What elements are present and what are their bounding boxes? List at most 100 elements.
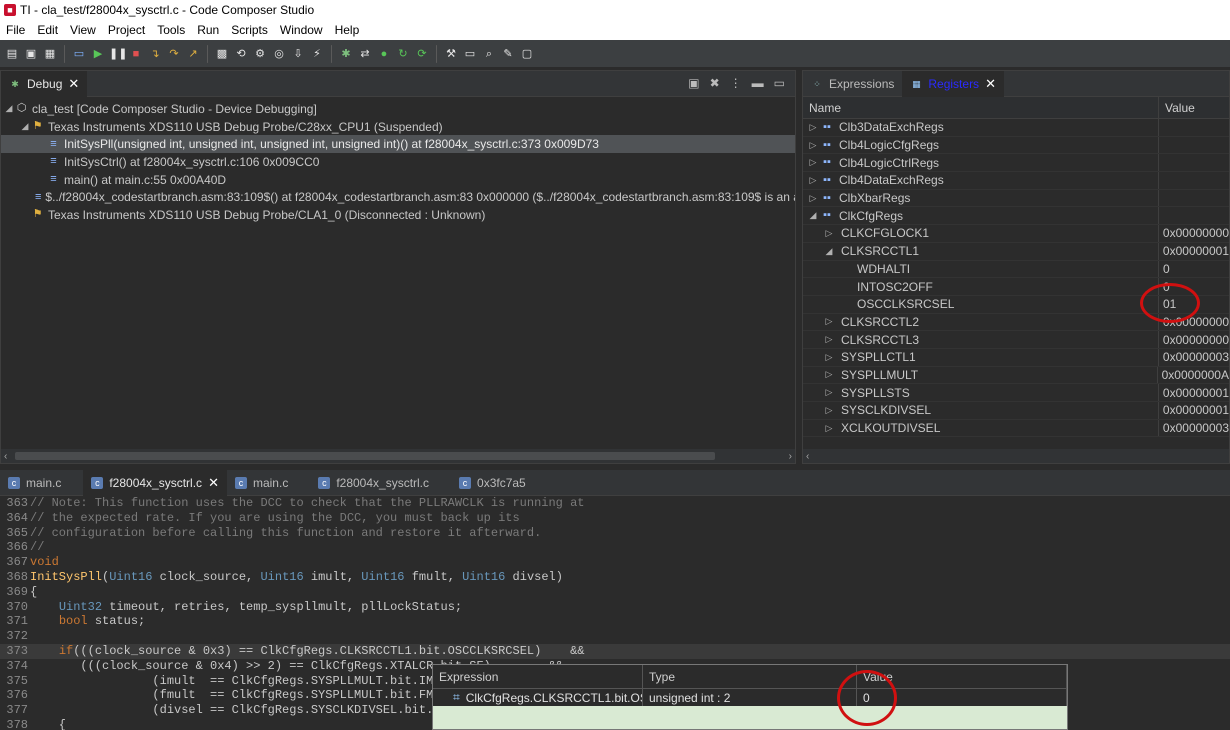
menu-view[interactable]: View	[64, 23, 102, 37]
tab-debug[interactable]: ✱ Debug ✕	[1, 70, 88, 97]
expanded-arrow-icon[interactable]: ◢	[807, 210, 819, 221]
menu-help[interactable]: Help	[329, 23, 366, 37]
line-number: 363	[6, 496, 28, 510]
collapsed-arrow-icon[interactable]: ▷	[823, 352, 835, 363]
flash-icon[interactable]: ⚡	[309, 46, 325, 62]
terminal-icon[interactable]: ▭	[462, 46, 478, 62]
debug-tree-item[interactable]: ⚑ Texas Instruments XDS110 USB Debug Prob…	[1, 206, 795, 224]
collapsed-arrow-icon[interactable]: ▷	[807, 122, 819, 133]
maximize-icon[interactable]: ▭	[774, 76, 785, 90]
debug-tree-item[interactable]: ◢ ⬡ cla_test [Code Composer Studio - Devic…	[1, 100, 795, 118]
reset-cpu-icon[interactable]: ⟲	[233, 46, 249, 62]
suspend-icon[interactable]: ❚❚	[109, 46, 127, 62]
register-row[interactable]: ◢ ▪▪ ClkCfgRegs	[803, 207, 1229, 226]
search-icon[interactable]: ⌕	[481, 46, 497, 62]
editor-tab[interactable]: c main.c	[0, 470, 83, 496]
editor-tab[interactable]: c f28004x_sysctrl.c	[310, 470, 451, 496]
refresh-all-icon[interactable]: ⟳	[414, 46, 430, 62]
tab-registers[interactable]: ▦ Registers ✕	[902, 70, 1004, 97]
expanded-arrow-icon[interactable]: ◢	[19, 121, 31, 132]
build-icon[interactable]: ⚒	[443, 46, 459, 62]
refresh-icon[interactable]: ↻	[395, 46, 411, 62]
console-icon[interactable]: ▭	[71, 46, 87, 62]
register-row[interactable]: ▷ ▪▪ Clb4DataExchRegs	[803, 172, 1229, 190]
collapsed-arrow-icon[interactable]: ▷	[823, 228, 835, 239]
register-row[interactable]: ▷ ▪▪ Clb4LogicCfgRegs	[803, 136, 1229, 155]
collapse-all-icon[interactable]: ▣	[688, 76, 699, 90]
run-icon[interactable]: ●	[376, 46, 392, 62]
close-icon[interactable]: ✕	[985, 76, 996, 92]
window-icon[interactable]: ▢	[519, 46, 535, 62]
editor-tab[interactable]: c f28004x_sysctrl.c ✕	[83, 469, 227, 496]
register-row[interactable]: ▷ ▪▪ ClbXbarRegs	[803, 189, 1229, 208]
horizontal-scrollbar[interactable]: ‹	[803, 449, 1229, 463]
scroll-left-icon[interactable]: ‹	[806, 451, 809, 462]
restart-icon[interactable]: ⚙	[252, 46, 268, 62]
column-header-value[interactable]: Value	[1159, 97, 1229, 118]
register-row[interactable]: WDHALTI 0	[803, 260, 1229, 279]
load-program-icon[interactable]: ⇩	[290, 46, 306, 62]
menu-project[interactable]: Project	[102, 23, 151, 37]
menu-edit[interactable]: Edit	[31, 23, 64, 37]
connect-icon[interactable]: ⇄	[357, 46, 373, 62]
menu-file[interactable]: File	[0, 23, 31, 37]
menu-run[interactable]: Run	[191, 23, 225, 37]
register-row[interactable]: ▷ CLKCFGLOCK1 0x00000000	[803, 225, 1229, 243]
debug-tree-item[interactable]: ≡ main() at main.c:55 0x00A40D	[1, 171, 795, 189]
debug-tree-item[interactable]: ≡ $../f28004x_codestartbranch.asm:83:109$…	[1, 188, 795, 206]
editor-tab[interactable]: c 0x3fc7a5	[451, 470, 548, 496]
minimize-icon[interactable]: ▬	[752, 76, 764, 90]
close-icon[interactable]: ✕	[208, 475, 219, 491]
memory-icon[interactable]: ▩	[214, 46, 230, 62]
register-row[interactable]: ▷ CLKSRCCTL3 0x00000000	[803, 331, 1229, 349]
save-icon[interactable]: ▣	[23, 46, 39, 62]
collapsed-arrow-icon[interactable]: ▷	[807, 140, 819, 151]
terminate-icon[interactable]: ■	[128, 46, 144, 62]
collapsed-arrow-icon[interactable]: ▷	[823, 369, 835, 380]
menu-window[interactable]: Window	[274, 23, 329, 37]
column-header-name[interactable]: Name	[803, 97, 1159, 118]
collapsed-arrow-icon[interactable]: ▷	[823, 423, 835, 434]
register-row[interactable]: ▷ SYSPLLCTL1 0x00000003	[803, 348, 1229, 367]
scrollbar-thumb[interactable]	[15, 452, 715, 460]
debug-tree-item[interactable]: ≡ InitSysCtrl() at f28004x_sysctrl.c:106 …	[1, 153, 795, 171]
debug-icon[interactable]: ✱	[338, 46, 354, 62]
view-menu-icon[interactable]: ⋮	[730, 76, 742, 90]
target-icon[interactable]: ◎	[271, 46, 287, 62]
collapsed-arrow-icon[interactable]: ▷	[823, 405, 835, 416]
step-return-icon[interactable]: ↗	[185, 46, 201, 62]
expanded-arrow-icon[interactable]: ◢	[823, 246, 835, 257]
collapsed-arrow-icon[interactable]: ▷	[823, 334, 835, 345]
resume-icon[interactable]: ▶	[90, 46, 106, 62]
expanded-arrow-icon[interactable]: ◢	[3, 103, 15, 114]
scroll-left-icon[interactable]: ‹	[4, 451, 7, 462]
scroll-right-icon[interactable]: ›	[789, 451, 792, 462]
register-row[interactable]: ▷ SYSPLLSTS 0x00000001	[803, 384, 1229, 402]
register-row[interactable]: ◢ CLKSRCCTL1 0x00000001	[803, 242, 1229, 261]
horizontal-scrollbar[interactable]: ‹ ›	[1, 449, 795, 463]
collapsed-arrow-icon[interactable]: ▷	[823, 387, 835, 398]
menu-tools[interactable]: Tools	[151, 23, 191, 37]
register-row[interactable]: ▷ XCLKOUTDIVSEL 0x00000003	[803, 419, 1229, 438]
register-row[interactable]: ▷ ▪▪ Clb4LogicCtrlRegs	[803, 154, 1229, 173]
popup-row[interactable]: ⌗ ClkCfgRegs.CLKSRCCTL1.bit.OSCCLKSRCSEL…	[433, 689, 1067, 706]
debug-tree-item[interactable]: ◢ ⚑ Texas Instruments XDS110 USB Debug Pro…	[1, 118, 795, 136]
step-over-icon[interactable]: ↷	[166, 46, 182, 62]
wrench-icon[interactable]: ✎	[500, 46, 516, 62]
menu-scripts[interactable]: Scripts	[225, 23, 274, 37]
debug-tree-item[interactable]: ≡ InitSysPll(unsigned int, unsigned int, …	[1, 135, 795, 154]
step-into-icon[interactable]: ↴	[147, 46, 163, 62]
remove-terminated-icon[interactable]: ✖	[710, 76, 720, 90]
collapsed-arrow-icon[interactable]: ▷	[807, 175, 819, 186]
register-row[interactable]: ▷ SYSCLKDIVSEL 0x00000001	[803, 402, 1229, 420]
register-row[interactable]: ▷ SYSPLLMULT 0x0000000A	[803, 366, 1229, 385]
editor-tab[interactable]: c main.c	[227, 470, 310, 496]
close-icon[interactable]: ✕	[68, 76, 79, 92]
collapsed-arrow-icon[interactable]: ▷	[807, 193, 819, 204]
register-row[interactable]: ▷ ▪▪ Clb3DataExchRegs	[803, 119, 1229, 137]
new-icon[interactable]: ▤	[4, 46, 20, 62]
tab-expressions[interactable]: ⁘ Expressions	[803, 71, 902, 97]
save-all-icon[interactable]: ▦	[42, 46, 58, 62]
collapsed-arrow-icon[interactable]: ▷	[807, 157, 819, 168]
collapsed-arrow-icon[interactable]: ▷	[823, 316, 835, 327]
